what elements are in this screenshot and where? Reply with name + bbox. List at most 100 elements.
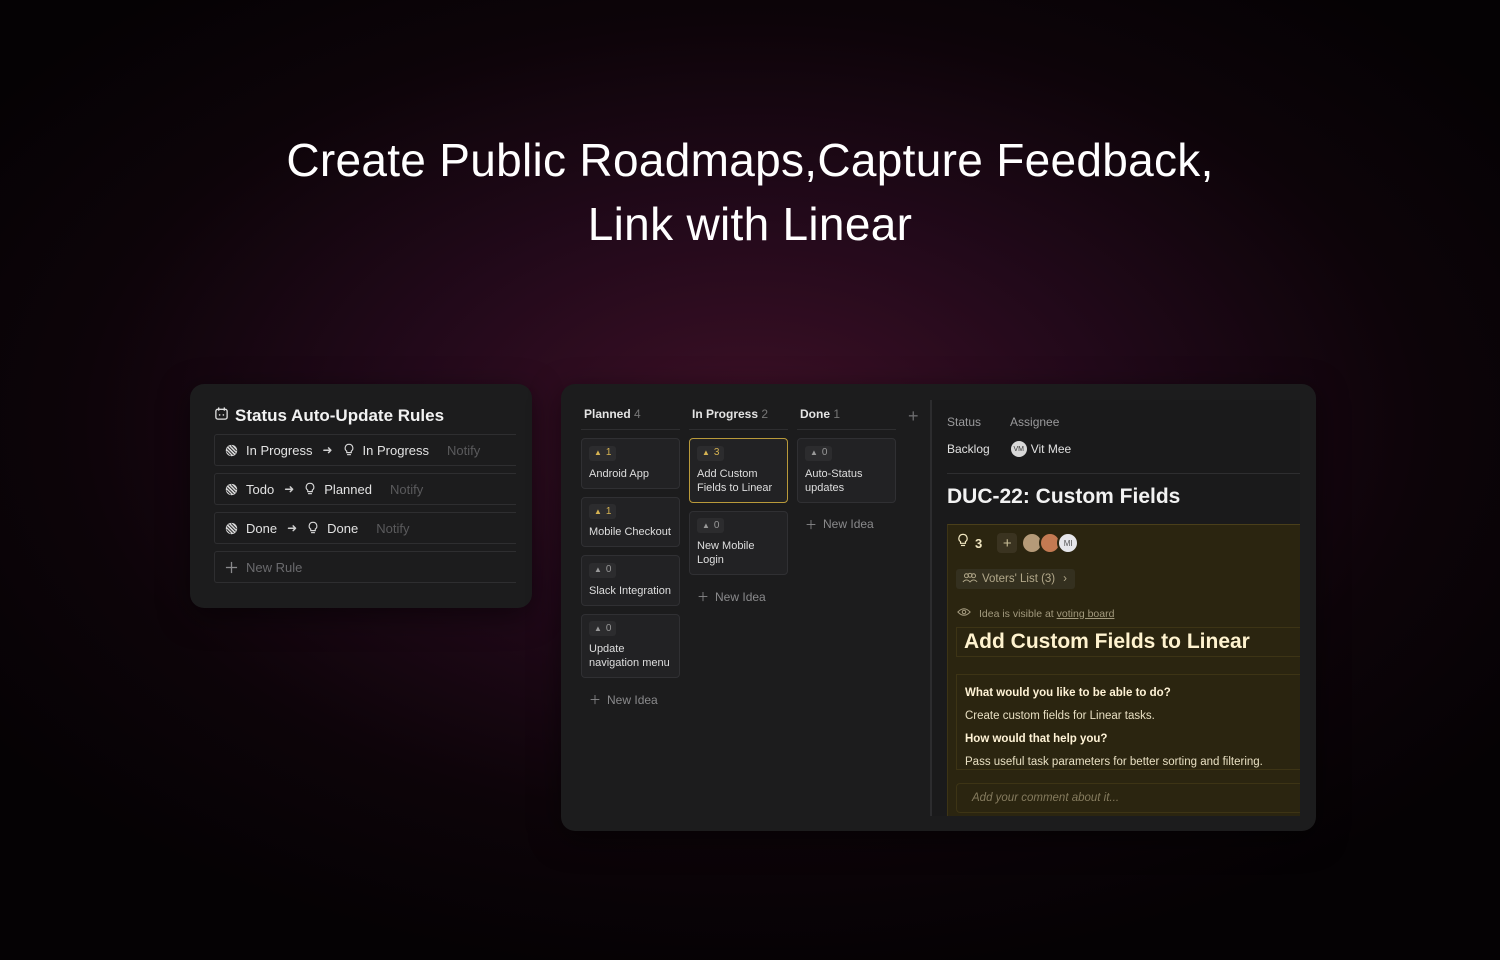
upvote-icon: ▲ [594,448,602,457]
plus-icon: ＋ [697,590,710,604]
vote-count: 1 [605,505,612,517]
linear-status-icon [225,522,238,535]
vote-badge[interactable]: ▲ 0 [805,445,833,461]
plus-icon: ＋ [805,517,818,532]
status-rules-card: Status Auto-Update Rules In Progress ➜ I… [190,384,532,608]
answer-1: Create custom fields for Linear tasks. [965,710,1155,722]
rule-to-status: In Progress [362,442,430,458]
arrow-right-icon: ➜ [287,521,298,535]
assignee-label: Assignee [1010,415,1060,429]
column-header: Done 1 [797,404,896,430]
status-label: Status [947,415,982,429]
rule-action[interactable]: Notify [390,482,423,497]
upvote-icon: ▲ [594,565,602,574]
new-rule-label: New Rule [246,559,303,575]
idea-description[interactable]: What would you like to be able to do? Cr… [956,674,1300,770]
idea-card[interactable]: ▲ 0 Slack Integration [581,555,680,606]
vote-badge[interactable]: ▲ 0 [589,562,617,578]
voting-board-link[interactable]: voting board [1057,608,1115,620]
new-idea-label: New Idea [823,517,874,531]
vote-count: 3 [713,447,720,458]
rule-from-status: Done [246,520,278,536]
vote-badge[interactable]: ▲ 1 [589,504,617,519]
column-header: In Progress 2 [689,404,788,430]
visibility-note: Idea is visible at voting board [957,607,1114,620]
arrow-right-icon: ➜ [322,443,333,457]
voters-label: Voters' List (3) [982,573,1056,585]
visibility-text: Idea is visible at [979,607,1054,620]
column-name: Done [800,407,830,421]
meta-labels: Status Assignee [947,415,1059,429]
new-idea-button[interactable]: ＋ New Idea [797,516,896,533]
idea-card[interactable]: ▲ 0 Auto-Status updates [797,438,896,503]
users-icon [962,572,978,586]
divider [947,473,1300,474]
voters-list-button[interactable]: Voters' List (3) › [956,569,1075,589]
idea-title: Auto-Status updates [805,467,863,494]
add-column-button[interactable]: + [908,406,919,427]
upvote-icon: ▲ [594,506,602,516]
idea-preview-panel: 3 + MI Voters' List (3) › Idea is visibl… [947,524,1300,816]
assignee-value[interactable]: Vit Mee [1031,442,1071,456]
upvote-icon: ▲ [702,520,710,530]
column-planned: Planned 4 ▲ 1 Android App ▲ 1 Mobile Check… [581,404,680,708]
vote-row: 3 + MI [957,532,1080,554]
idea-title: Add Custom Fields to Linear [697,467,773,494]
column-count: 2 [761,407,769,421]
upvote-icon: ▲ [702,448,710,457]
new-idea-button[interactable]: ＋ New Idea [581,691,680,708]
rule-action[interactable]: Notify [376,521,409,536]
status-value[interactable]: Backlog [947,442,990,456]
new-idea-label: New Idea [607,692,658,707]
column-count: 4 [634,407,641,421]
idea-card[interactable]: ▲ 1 Android App [581,438,680,489]
lightbulb-icon [343,443,355,457]
question-1: What would you like to be able to do? [965,687,1171,699]
column-count: 1 [833,407,841,421]
vote-count: 0 [821,447,828,458]
idea-card[interactable]: ▲ 0 Update navigation menu [581,613,680,678]
idea-card[interactable]: ▲ 0 New Mobile Login [689,510,788,575]
rule-to-status: Planned [324,481,372,497]
add-voter-button[interactable]: + [997,533,1018,553]
idea-title: Update navigation menu [589,643,670,669]
idea-card[interactable]: ▲ 1 Mobile Checkout [581,496,680,547]
linear-status-icon [225,483,238,496]
avatar: VM [1010,441,1027,457]
vote-count: 1 [605,447,612,458]
meta-values: Backlog VM Vit Mee [947,441,1071,457]
idea-card-selected[interactable]: ▲ 3 Add Custom Fields to Linear [689,438,788,503]
rule-from-status: In Progress [246,442,313,458]
calendar-icon [214,406,229,426]
rules-header: Status Auto-Update Rules [214,406,516,426]
vote-badge[interactable]: ▲ 3 [697,445,725,461]
avatar[interactable]: MI [1057,532,1080,554]
arrow-right-icon: ➜ [284,482,295,496]
column-in-progress: In Progress 2 ▲ 3 Add Custom Fields to Li… [689,404,788,605]
new-idea-button[interactable]: ＋ New Idea [689,588,788,605]
vote-badge[interactable]: ▲ 1 [589,445,617,461]
new-rule-button[interactable]: New Rule [214,551,516,583]
vote-count: 0 [713,519,720,531]
vote-badge[interactable]: ▲ 0 [589,621,617,636]
vote-badge[interactable]: ▲ 0 [697,518,725,533]
idea-title: Android App [589,467,649,480]
rule-action[interactable]: Notify [447,443,480,458]
answer-2: Pass useful task parameters for better s… [965,756,1263,768]
idea-title-field[interactable]: Add Custom Fields to Linear [956,627,1300,657]
column-done: Done 1 ▲ 0 Auto-Status updates ＋ New Idea [797,404,896,533]
comment-input[interactable]: Add your comment about it... [956,783,1300,813]
rule-row[interactable]: In Progress ➜ In Progress Notify [214,434,516,466]
rule-row[interactable]: Done ➜ Done Notify [214,512,516,544]
column-header: Planned 4 [581,404,680,430]
question-2: How would that help you? [965,733,1108,745]
lightbulb-icon [304,482,316,496]
upvote-icon: ▲ [594,623,602,633]
upvote-icon: ▲ [810,448,818,457]
chevron-right-icon: › [1063,573,1067,585]
idea-title: Mobile Checkout [589,526,671,538]
rule-row[interactable]: Todo ➜ Planned Notify [214,473,516,505]
column-name: Planned [584,407,631,421]
idea-title: Slack Integration [589,584,671,597]
rules-title: Status Auto-Update Rules [235,406,445,425]
